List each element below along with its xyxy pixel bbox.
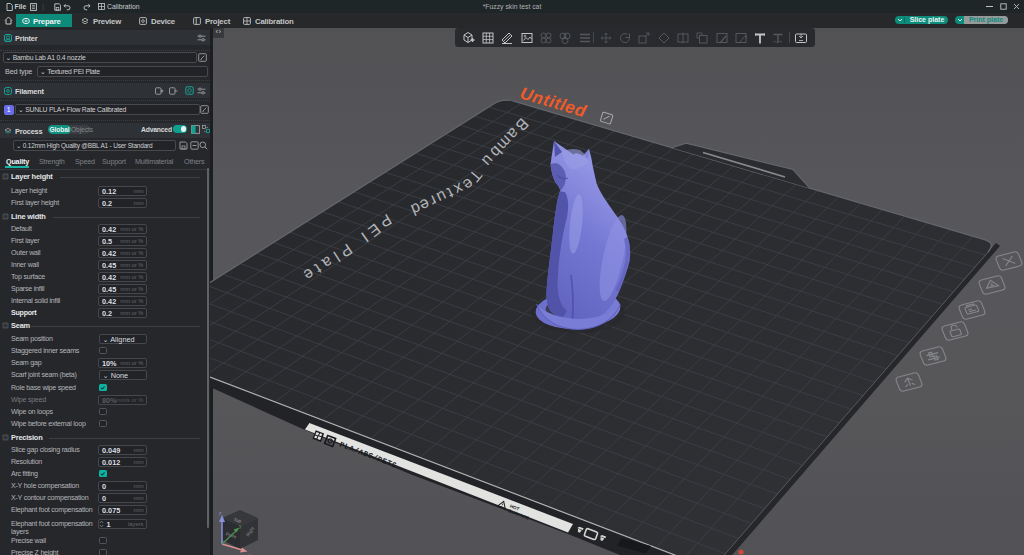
svg-text:z: z: [219, 510, 222, 516]
